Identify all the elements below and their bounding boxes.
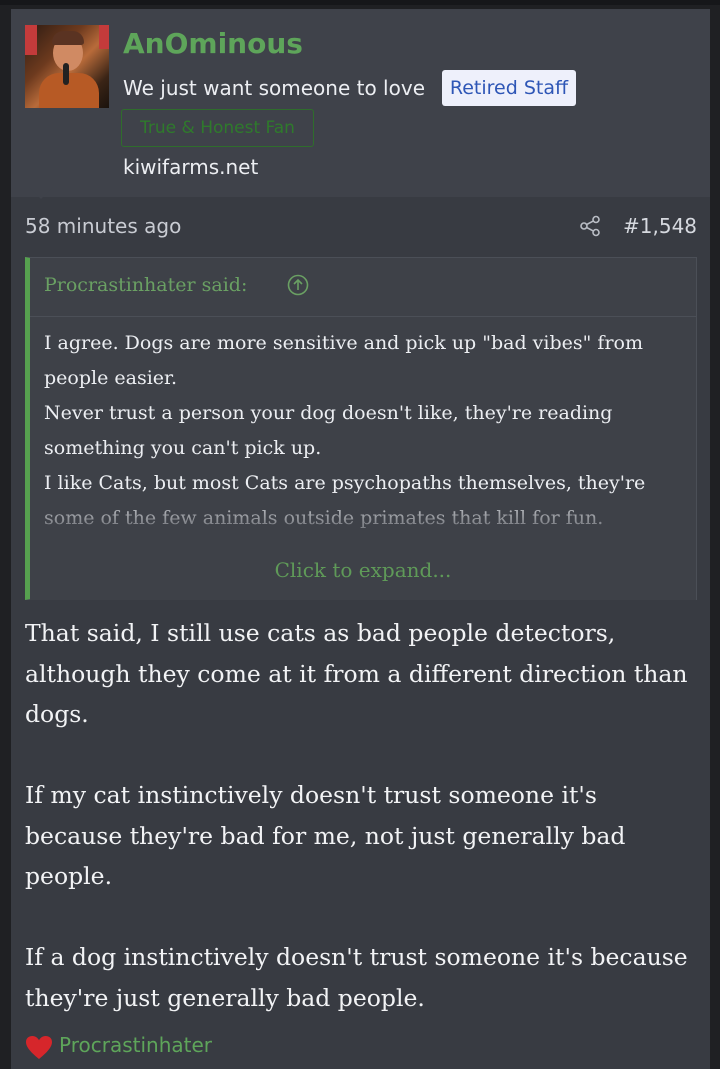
message-paragraph: If my cat instinctively doesn't trust so… — [25, 781, 626, 890]
quote-line: I agree. Dogs are more sensitive and pic… — [44, 332, 644, 389]
quote-author[interactable]: Procrastinhater said: — [44, 274, 247, 296]
avatar[interactable] — [25, 25, 109, 108]
click-to-expand-link[interactable]: Click to expand... — [30, 558, 696, 582]
user-site: kiwifarms.net — [123, 155, 259, 179]
reaction-user[interactable]: Procrastinhater — [59, 1033, 212, 1057]
jump-to-quote-icon[interactable] — [287, 274, 309, 296]
message-paragraph: That said, I still use cats as bad peopl… — [25, 619, 688, 728]
quote-fade — [30, 490, 696, 600]
username[interactable]: AnOminous — [123, 27, 303, 60]
share-icon[interactable] — [579, 215, 601, 237]
forum-post: AnOminous We just want someone to love R… — [11, 9, 710, 1069]
user-title: We just want someone to love — [123, 76, 425, 100]
post-timestamp[interactable]: 58 minutes ago — [25, 214, 181, 238]
user-info-block: AnOminous We just want someone to love R… — [11, 9, 710, 199]
retired-staff-badge: Retired Staff — [442, 70, 576, 106]
post-number[interactable]: #1,548 — [623, 214, 697, 238]
quote-line: Never trust a person your dog doesn't li… — [44, 402, 613, 459]
fan-badge: True & Honest Fan — [121, 109, 314, 147]
heart-icon — [26, 1036, 52, 1059]
user-block-arrow — [29, 187, 53, 199]
message-paragraph: If a dog instinctively doesn't trust som… — [25, 943, 688, 1012]
quote-block: Procrastinhater said: I agree. Dogs are … — [25, 257, 697, 600]
top-bar — [0, 0, 720, 5]
post-message: That said, I still use cats as bad peopl… — [25, 613, 697, 1059]
quote-header: Procrastinhater said: — [30, 258, 696, 317]
